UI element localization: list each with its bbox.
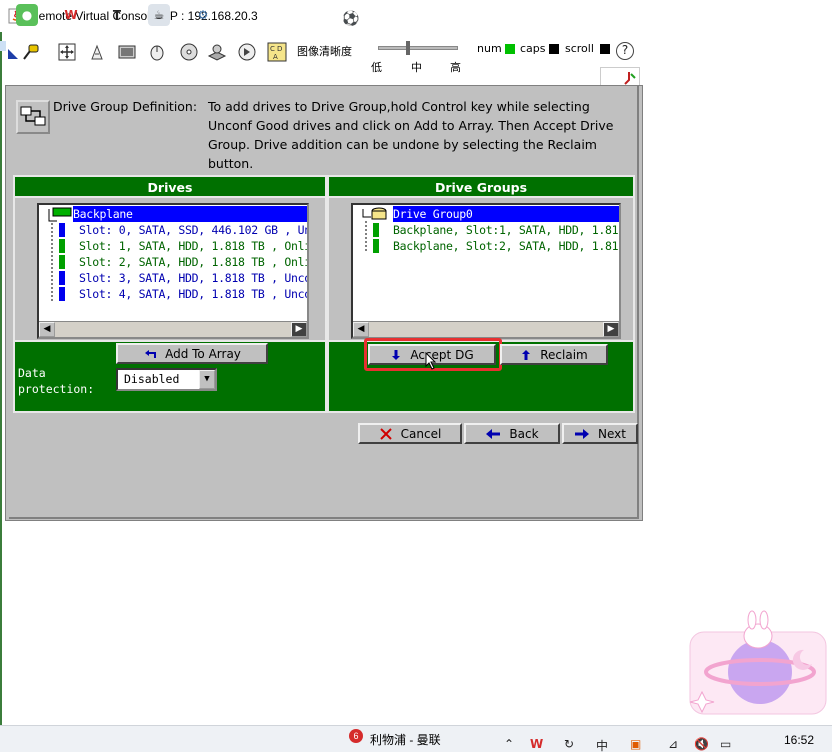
groups-hscrollbar[interactable]: ◀ ▶ bbox=[353, 321, 619, 337]
drive-slot-3[interactable]: Slot: 3, SATA, HDD, 1.818 TB , Unconf bbox=[79, 270, 307, 286]
back-arrow-icon bbox=[486, 428, 501, 439]
dvd-icon[interactable] bbox=[236, 41, 258, 63]
tray-network-icon[interactable]: ⊿ bbox=[668, 737, 678, 751]
cancel-button[interactable]: Cancel bbox=[358, 423, 462, 444]
clarity-slider-track[interactable] bbox=[378, 46, 458, 50]
drive-groups-tree[interactable]: Drive Group0 Backplane, Slot:1, SATA, HD… bbox=[351, 203, 621, 339]
scroll-left-arrow-icon[interactable]: ◀ bbox=[39, 322, 55, 337]
cursor-sync-icon bbox=[624, 72, 636, 85]
group-drive-slot-2[interactable]: Backplane, Slot:2, SATA, HDD, 1.818 bbox=[393, 238, 619, 254]
drive-group-0[interactable]: Drive Group0 bbox=[393, 206, 619, 222]
reclaim-button[interactable]: Reclaim bbox=[500, 344, 608, 365]
data-protection-select[interactable]: Disabled ▼ bbox=[116, 368, 217, 391]
battery-icon[interactable]: ▭ bbox=[720, 737, 731, 751]
scroll-lock-label: scroll bbox=[565, 42, 594, 55]
caps-lock-label: caps bbox=[520, 42, 546, 55]
keyboard-icon[interactable] bbox=[116, 41, 138, 63]
remote-console-screen[interactable]: Drive Group Definition: To add drives to … bbox=[5, 85, 643, 521]
cda-icon[interactable]: CDA bbox=[266, 41, 288, 63]
input-method-indicator[interactable]: 中 bbox=[596, 737, 608, 752]
pointer-icon[interactable] bbox=[20, 41, 42, 63]
drives-tree-root[interactable]: Backplane bbox=[73, 206, 307, 222]
sports-app-icon[interactable]: ⚽ bbox=[340, 8, 362, 30]
move-icon[interactable] bbox=[56, 41, 78, 63]
scroll-right-arrow-icon[interactable]: ▶ bbox=[291, 322, 307, 337]
drive-groups-panel: Drive Groups Drive Group0 Backplane, Slo… bbox=[327, 175, 635, 342]
svg-text:C: C bbox=[270, 45, 275, 53]
group-drive-slot-1[interactable]: Backplane, Slot:1, SATA, HDD, 1.818 bbox=[393, 222, 619, 238]
drives-panel: Drives Backplane Slot: 0, SATA, SSD, 446… bbox=[13, 175, 327, 342]
notification-badge: 6 bbox=[349, 729, 363, 743]
wps-icon[interactable]: W bbox=[60, 4, 82, 26]
mouse-cursor-icon bbox=[425, 352, 437, 370]
undo-arrow-icon bbox=[145, 349, 157, 358]
tray-wps-icon[interactable]: W bbox=[530, 737, 543, 751]
notification-text[interactable]: 利物浦 - 曼联 bbox=[370, 731, 441, 748]
drive-group-instructions: Drive Group Definition: To add drives to … bbox=[53, 97, 633, 173]
header-label: Drive Group Definition: bbox=[53, 99, 198, 114]
tray-chevron-icon[interactable]: ⌃ bbox=[504, 737, 514, 751]
instruction-line-4: button. bbox=[208, 156, 254, 171]
up-arrow-icon bbox=[522, 349, 531, 360]
drives-tree[interactable]: Backplane Slot: 0, SATA, SSD, 446.102 GB… bbox=[37, 203, 309, 339]
floppy-icon[interactable] bbox=[206, 41, 228, 63]
drive-slot-1[interactable]: Slot: 1, SATA, HDD, 1.818 TB , Online bbox=[79, 238, 307, 254]
num-lock-label: num bbox=[477, 42, 502, 55]
text-editor-icon[interactable]: T bbox=[106, 4, 128, 26]
drives-panel-title: Drives bbox=[15, 177, 325, 198]
back-button[interactable]: Back bbox=[464, 423, 560, 444]
taskbar-clock[interactable]: 16:52 bbox=[784, 733, 814, 747]
instruction-line-1: To add drives to Drive Group,hold Contro… bbox=[208, 99, 590, 114]
drives-hscrollbar[interactable]: ◀ ▶ bbox=[39, 321, 307, 337]
close-icon bbox=[379, 427, 392, 440]
clarity-level-high: 高 bbox=[450, 61, 461, 74]
num-lock-indicator bbox=[505, 44, 515, 54]
help-icon[interactable]: ? bbox=[616, 42, 634, 60]
cd-drive-icon[interactable] bbox=[178, 41, 200, 63]
groups-scroll-left-arrow-icon[interactable]: ◀ bbox=[353, 322, 369, 337]
clarity-label: 图像清晰度 bbox=[297, 45, 352, 58]
groups-tree-lines bbox=[362, 207, 387, 253]
clarity-level-mid: 中 bbox=[411, 61, 422, 74]
chevron-down-icon[interactable]: ▼ bbox=[199, 370, 215, 389]
next-button[interactable]: Next bbox=[562, 423, 638, 444]
data-protection-label: Data protection: bbox=[18, 366, 95, 396]
instruction-line-3: Group. Drive addition can be undone by s… bbox=[208, 137, 597, 152]
drive-group-icon bbox=[16, 100, 50, 134]
speaker-muted-icon[interactable]: 🔇 bbox=[694, 737, 709, 751]
svg-text:A: A bbox=[273, 53, 278, 61]
desktop-edge bbox=[0, 0, 2, 752]
drive-slot-2[interactable]: Slot: 2, SATA, HDD, 1.818 TB , Online bbox=[79, 254, 307, 270]
clarity-slider-thumb[interactable] bbox=[406, 41, 410, 55]
kvm-toolbar: CDA 图像清晰度 低 中 高 num caps scroll ? bbox=[6, 41, 652, 89]
caps-lock-indicator bbox=[549, 44, 559, 54]
add-to-array-button[interactable]: Add To Array bbox=[116, 343, 268, 364]
settings-gear-icon[interactable]: ⚙ bbox=[192, 4, 214, 26]
tray-sync-icon[interactable]: ↻ bbox=[564, 737, 574, 751]
mouse-icon[interactable] bbox=[146, 41, 168, 63]
scroll-lock-indicator bbox=[600, 44, 610, 54]
corner-arrow-icon bbox=[8, 49, 18, 59]
groups-scroll-right-arrow-icon[interactable]: ▶ bbox=[603, 322, 619, 337]
drive-slot-0[interactable]: Slot: 0, SATA, SSD, 446.102 GB , Unco bbox=[79, 222, 307, 238]
java-task-icon[interactable]: ☕ bbox=[148, 4, 170, 26]
drive-slot-4[interactable]: Slot: 4, SATA, HDD, 1.818 TB , Uncon bbox=[79, 286, 307, 302]
clarity-level-low: 低 bbox=[371, 61, 382, 74]
drive-groups-panel-title: Drive Groups bbox=[329, 177, 633, 198]
svg-text:D: D bbox=[277, 45, 282, 53]
next-arrow-icon bbox=[575, 428, 590, 439]
instruction-line-2: Unconf Good drives and click on Add to A… bbox=[208, 118, 614, 133]
planet-bunny-sticker bbox=[689, 610, 827, 715]
macro-icon[interactable] bbox=[86, 41, 108, 63]
wechat-icon[interactable]: ● bbox=[16, 4, 38, 26]
tray-html-icon[interactable]: ▣ bbox=[630, 737, 641, 751]
